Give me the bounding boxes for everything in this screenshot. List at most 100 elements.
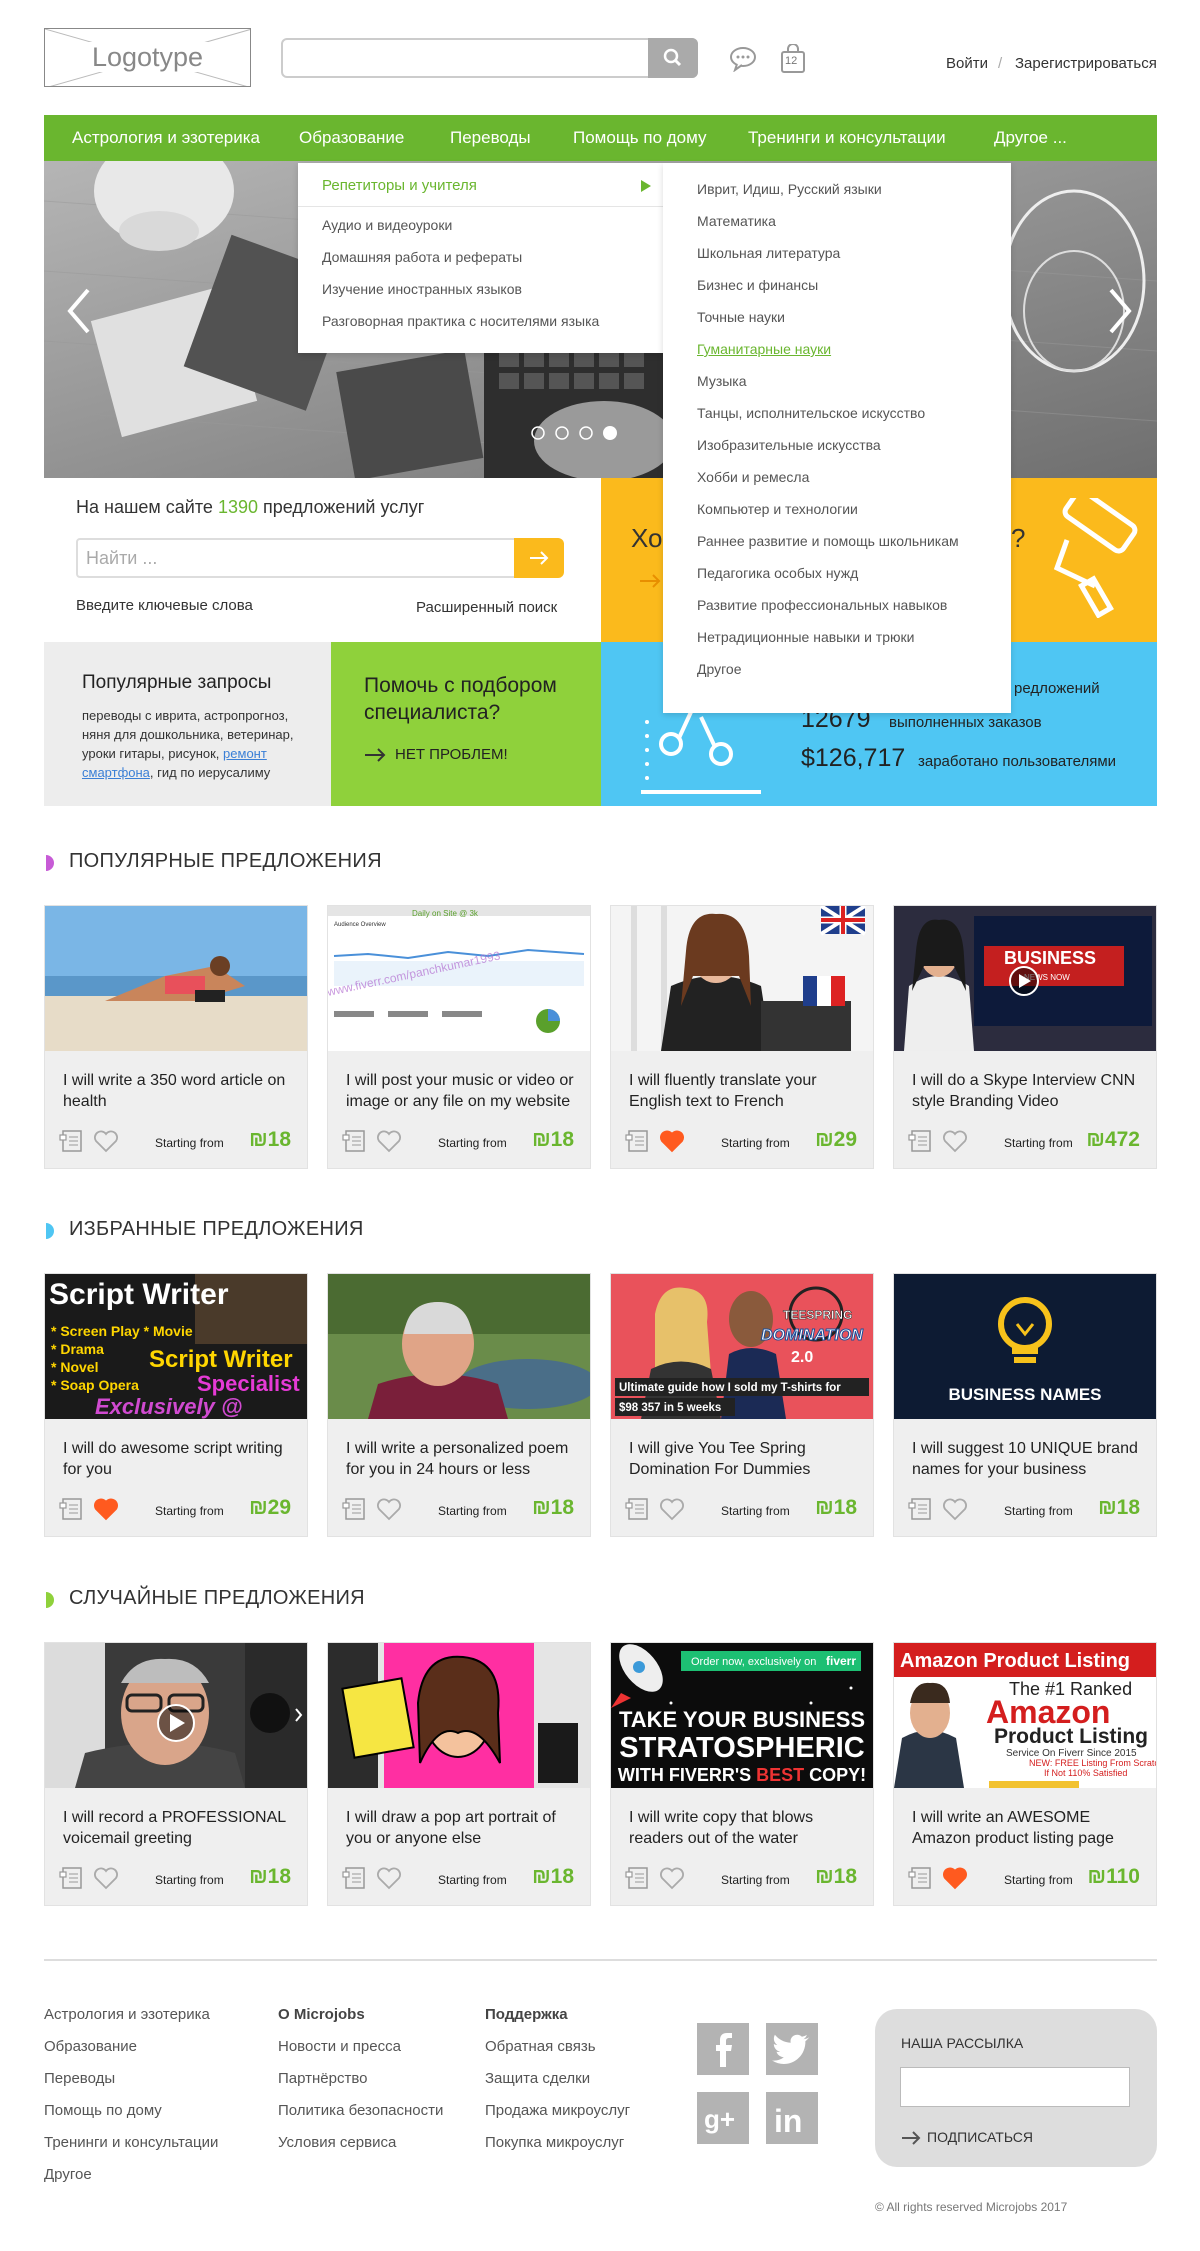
- dropdown-subcategory-item[interactable]: Бизнес и финансы: [697, 277, 818, 293]
- footer-category-link[interactable]: Переводы: [44, 2070, 115, 2087]
- details-icon[interactable]: [59, 1130, 83, 1157]
- offer-card-image[interactable]: Amazon Product Listing The #1 Ranked Amazo…: [894, 1643, 1156, 1788]
- details-icon[interactable]: [908, 1130, 932, 1157]
- offer-card-title[interactable]: I will draw a pop art portrait of you or…: [346, 1807, 576, 1849]
- offer-card[interactable]: Audience Overview Daily on Site @ 3k www.f…: [327, 905, 591, 1169]
- footer-about-link[interactable]: Партнёрство: [278, 2070, 368, 2087]
- details-icon[interactable]: [908, 1867, 932, 1894]
- heart-icon[interactable]: [93, 1497, 119, 1526]
- heart-icon[interactable]: [942, 1497, 968, 1526]
- dropdown-subcategory-item[interactable]: Школьная литература: [697, 245, 840, 261]
- dropdown-subcategory-item[interactable]: Иврит, Идиш, Русский языки: [697, 181, 882, 197]
- offer-card[interactable]: BUSINESS NAMES I will suggest 10 UNIQUE b…: [893, 1273, 1157, 1537]
- footer-category-link[interactable]: Образование: [44, 2038, 137, 2055]
- yellow-promo-block[interactable]: Хо: [601, 478, 663, 642]
- offer-card-title[interactable]: I will fluently translate your English t…: [629, 1070, 859, 1112]
- heart-icon[interactable]: [942, 1129, 968, 1158]
- offer-card-image[interactable]: BUSINESS NAMES: [894, 1274, 1156, 1419]
- slider-dots[interactable]: [529, 424, 639, 447]
- offer-card[interactable]: Script Writer * Screen Play * Movie * Dram…: [44, 1273, 308, 1537]
- heart-icon[interactable]: [376, 1497, 402, 1526]
- offer-card-image[interactable]: [611, 906, 873, 1051]
- details-icon[interactable]: [908, 1498, 932, 1525]
- subscribe-button[interactable]: ПОДПИСАТЬСЯ: [927, 2129, 1033, 2145]
- social-twitter[interactable]: [766, 2023, 818, 2080]
- offer-card-image[interactable]: Order now, exclusively on fiverr TAKE YOUR…: [611, 1643, 873, 1788]
- nav-item-trainings[interactable]: Тренинги и консультации: [748, 128, 946, 148]
- dropdown-subcategory-item[interactable]: Развитие профессиональных навыков: [697, 597, 947, 613]
- details-icon[interactable]: [59, 1498, 83, 1525]
- dropdown-subcategory-item[interactable]: Музыка: [697, 373, 747, 389]
- offer-card-image[interactable]: TEESPRING DOMINATION 2.0 Ultimate guide how…: [611, 1274, 873, 1419]
- footer-category-link[interactable]: Другое: [44, 2166, 92, 2183]
- header-search-button[interactable]: [648, 38, 698, 78]
- offer-card[interactable]: I will draw a pop art portrait of you or…: [327, 1642, 591, 1906]
- slider-next-button[interactable]: [1105, 286, 1135, 341]
- nav-item-home-help[interactable]: Помощь по дому: [573, 128, 707, 148]
- offer-card[interactable]: BUSINESS NEWS NOW I will do a Skype Interv…: [893, 905, 1157, 1169]
- cart-button[interactable]: 12: [780, 43, 806, 79]
- offer-card-title[interactable]: I will give You Tee Spring Domination Fo…: [629, 1438, 859, 1480]
- offer-card-title[interactable]: I will do a Skype Interview CNN style Br…: [912, 1070, 1142, 1112]
- details-icon[interactable]: [342, 1867, 366, 1894]
- dropdown-subcategory-item[interactable]: Точные науки: [697, 309, 785, 325]
- footer-about-link[interactable]: Условия сервиса: [278, 2134, 396, 2151]
- nav-item-other[interactable]: Другое ...: [994, 128, 1067, 148]
- dropdown-subcategory-item[interactable]: Другое: [697, 661, 741, 677]
- dropdown-subcategory-item[interactable]: Нетрадиционные навыки и трюки: [697, 629, 914, 645]
- social-google-plus[interactable]: g+: [697, 2092, 749, 2149]
- advanced-search-link[interactable]: Расширенный поиск: [416, 599, 557, 616]
- main-search-button[interactable]: [514, 538, 564, 578]
- heart-icon[interactable]: [376, 1866, 402, 1895]
- offer-card-image[interactable]: [45, 906, 307, 1051]
- details-icon[interactable]: [625, 1867, 649, 1894]
- offer-card[interactable]: I will write a 350 word article on healt…: [44, 905, 308, 1169]
- offer-card-title[interactable]: I will write an AWESOME Amazon product l…: [912, 1807, 1142, 1849]
- dropdown-subcategory-item[interactable]: Компьютер и технологии: [697, 501, 858, 517]
- details-icon[interactable]: [342, 1130, 366, 1157]
- dropdown-subcategory-item[interactable]: Изобразительные искусства: [697, 437, 881, 453]
- offer-card-image[interactable]: Audience Overview Daily on Site @ 3k www.f…: [328, 906, 590, 1051]
- dropdown-subcategory-item[interactable]: Танцы, исполнительское искусство: [697, 405, 925, 421]
- heart-icon[interactable]: [942, 1866, 968, 1895]
- messages-button[interactable]: [729, 46, 757, 77]
- dropdown-active-category[interactable]: Репетиторы и учителя: [322, 177, 477, 194]
- heart-icon[interactable]: [93, 1129, 119, 1158]
- offer-card-title[interactable]: I will write a 350 word article on healt…: [63, 1070, 293, 1112]
- social-facebook[interactable]: [697, 2023, 749, 2080]
- offer-card[interactable]: Amazon Product Listing The #1 Ranked Amazo…: [893, 1642, 1157, 1906]
- help-block[interactable]: Помочь с подбором специалиста? НЕТ ПРОБЛ…: [331, 642, 601, 806]
- details-icon[interactable]: [342, 1498, 366, 1525]
- footer-support-link[interactable]: Продажа микроуслуг: [485, 2102, 630, 2119]
- offer-card-title[interactable]: I will post your music or video or image…: [346, 1070, 576, 1112]
- offer-card-image[interactable]: [45, 1643, 307, 1788]
- nav-item-astrology[interactable]: Астрология и эзотерика: [72, 128, 260, 148]
- dropdown-item[interactable]: Изучение иностранных языков: [322, 281, 522, 297]
- dropdown-subcategory-item[interactable]: Хобби и ремесла: [697, 469, 809, 485]
- newsletter-email-input[interactable]: [900, 2067, 1130, 2107]
- register-link[interactable]: Зарегистрироваться: [1015, 55, 1157, 72]
- heart-icon[interactable]: [659, 1129, 685, 1158]
- offer-card[interactable]: I will fluently translate your English t…: [610, 905, 874, 1169]
- dropdown-subcategory-item[interactable]: Математика: [697, 213, 776, 229]
- dropdown-item[interactable]: Аудио и видеоуроки: [322, 217, 452, 233]
- yellow-promo-icon-block[interactable]: ?: [1011, 478, 1157, 642]
- dropdown-item[interactable]: Разговорная практика с носителями языка: [322, 313, 599, 329]
- offer-card-title[interactable]: I will do awesome script writing for you: [63, 1438, 293, 1480]
- nav-item-education[interactable]: Образование: [299, 128, 404, 148]
- offer-card[interactable]: I will record a PROFESSIONAL voicemail g…: [44, 1642, 308, 1906]
- offer-card-image[interactable]: [328, 1274, 590, 1419]
- offer-card-title[interactable]: I will record a PROFESSIONAL voicemail g…: [63, 1807, 293, 1849]
- offer-card-image[interactable]: BUSINESS NEWS NOW: [894, 906, 1156, 1051]
- login-link[interactable]: Войти: [946, 55, 988, 72]
- dropdown-item[interactable]: Домашняя работа и рефераты: [322, 249, 522, 265]
- footer-about-link[interactable]: Новости и пресса: [278, 2038, 401, 2055]
- dropdown-subcategory-item[interactable]: Гуманитарные науки: [697, 341, 831, 357]
- heart-icon[interactable]: [93, 1866, 119, 1895]
- details-icon[interactable]: [59, 1867, 83, 1894]
- offer-card-image[interactable]: Script Writer * Screen Play * Movie * Dram…: [45, 1274, 307, 1419]
- footer-category-link[interactable]: Помощь по дому: [44, 2102, 162, 2119]
- dropdown-subcategory-item[interactable]: Педагогика особых нужд: [697, 565, 858, 581]
- offer-card-title[interactable]: I will write a personalized poem for you…: [346, 1438, 576, 1480]
- social-linkedin[interactable]: in: [766, 2092, 818, 2149]
